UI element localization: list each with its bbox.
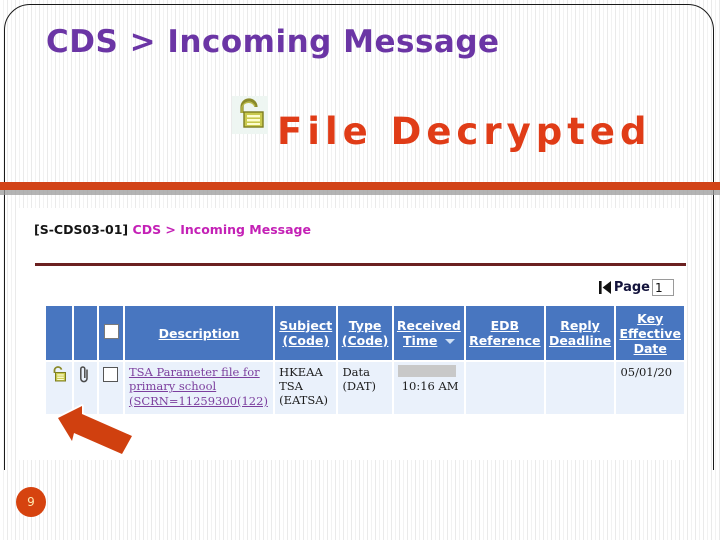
- pager: Page: [598, 279, 674, 296]
- subject-line-2: (EATSA): [279, 393, 329, 407]
- th-received-label-1: Received: [396, 318, 461, 333]
- header-rule: [35, 263, 686, 266]
- th-reply-label-1: Reply: [560, 318, 600, 333]
- bottom-background-mask: [0, 470, 720, 540]
- cell-description[interactable]: TSA Parameter file for primary school (S…: [124, 362, 274, 414]
- screen-header: [S-CDS03-01] CDS > Incoming Message: [34, 222, 311, 237]
- th-type[interactable]: Type (Code): [338, 306, 392, 360]
- type-line-1: Data: [342, 365, 370, 379]
- pager-label: Page: [613, 280, 650, 295]
- screen-path: CDS > Incoming Message: [132, 222, 311, 237]
- subject-line-1: HKEAA TSA: [279, 365, 323, 393]
- cell-edb-reference: [466, 362, 544, 414]
- description-link-line1[interactable]: TSA Parameter file for: [129, 365, 269, 379]
- page-number-input[interactable]: [652, 279, 674, 296]
- th-edb-reference[interactable]: EDB Reference: [466, 306, 544, 360]
- row-checkbox[interactable]: [103, 367, 119, 382]
- cell-key-effective-date: 05/01/20: [616, 362, 684, 414]
- th-received-time[interactable]: Received Time: [393, 306, 465, 360]
- first-page-icon[interactable]: [598, 280, 612, 295]
- th-reply-deadline[interactable]: Reply Deadline: [545, 306, 615, 360]
- embedded-screenshot: [S-CDS03-01] CDS > Incoming Message Page: [18, 208, 686, 460]
- th-type-label-1: Type: [348, 318, 382, 333]
- description-link-line3[interactable]: (SCRN=11259300(122): [129, 394, 269, 408]
- cell-subject: HKEAA TSA (EATSA): [275, 362, 337, 414]
- th-key-effective-date[interactable]: Key Effective Date: [616, 306, 684, 360]
- cell-attachment[interactable]: [74, 362, 98, 414]
- cell-select[interactable]: [99, 362, 123, 414]
- th-subject-label: Subject (Code): [279, 318, 333, 348]
- key-effective-date-value: 05/01/20: [620, 365, 673, 379]
- th-lock[interactable]: [46, 306, 73, 360]
- th-description-label: Description: [158, 325, 240, 341]
- th-attachment[interactable]: [74, 306, 98, 360]
- divider-shadow: [0, 190, 720, 195]
- page-title: CDS > Incoming Message: [46, 24, 500, 60]
- description-link-line2[interactable]: primary school: [129, 379, 269, 393]
- select-all-checkbox[interactable]: [103, 324, 119, 339]
- cell-lock[interactable]: [46, 362, 73, 414]
- open-padlock-icon[interactable]: [50, 365, 68, 384]
- divider-bar: [0, 182, 720, 190]
- cell-received-time: 10:16 AM: [393, 362, 465, 414]
- th-select-all[interactable]: [99, 306, 123, 360]
- th-received-label-2: Time: [403, 333, 438, 348]
- th-edb-label-1: EDB: [490, 318, 520, 333]
- open-padlock-icon: [232, 96, 268, 134]
- th-description[interactable]: Description: [124, 306, 274, 360]
- th-key-label-2: Effective: [619, 325, 681, 341]
- file-decrypted-banner: File Decrypted: [277, 110, 652, 153]
- th-type-label-2: (Code): [341, 333, 389, 348]
- type-line-2: (DAT): [342, 379, 376, 393]
- th-key-label-1: Key: [637, 310, 664, 326]
- th-edb-label-2: Reference: [469, 333, 541, 348]
- received-time-value: 10:16 AM: [401, 379, 459, 393]
- table-row[interactable]: TSA Parameter file for primary school (S…: [46, 362, 684, 414]
- redaction-overlay: [397, 365, 456, 377]
- table-header-row: Description Subject (Code) Type (Code) R…: [46, 306, 684, 360]
- th-subject[interactable]: Subject (Code): [275, 306, 337, 360]
- th-key-label-3: Date: [633, 340, 667, 356]
- sort-descending-icon[interactable]: [444, 339, 455, 344]
- slide-number-badge-top: 9: [16, 487, 46, 517]
- cell-type: Data (DAT): [338, 362, 392, 414]
- th-reply-label-2: Deadline: [548, 333, 612, 348]
- slide-canvas: CDS > Incoming Message File Decrypted [S…: [0, 0, 720, 540]
- screen-code: [S-CDS03-01]: [34, 222, 129, 237]
- cell-reply-deadline: [545, 362, 615, 414]
- incoming-message-table: Description Subject (Code) Type (Code) R…: [44, 304, 686, 416]
- paperclip-icon[interactable]: [78, 365, 92, 384]
